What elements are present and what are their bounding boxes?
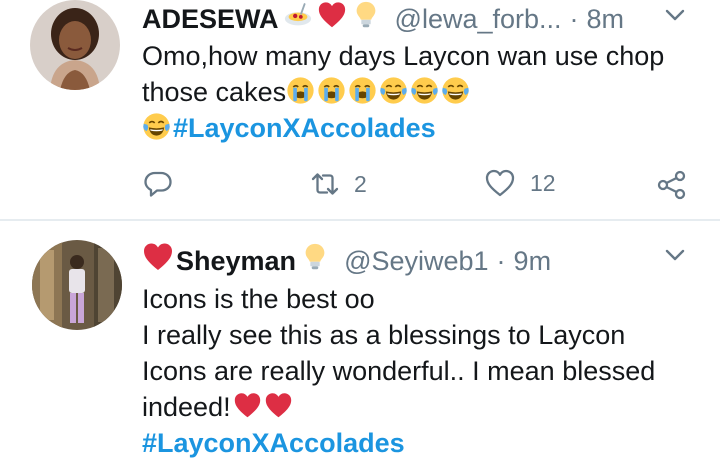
joy-emoji-icon xyxy=(410,76,439,105)
tweet-text-line: Icons is the best oo xyxy=(142,284,375,314)
spaghetti-emoji-icon xyxy=(283,0,313,37)
chevron-down-icon[interactable] xyxy=(664,244,686,266)
tweet-header: Sheyman @Seyiweb1 · 9m xyxy=(142,241,551,280)
heart-emoji-icon xyxy=(264,391,293,420)
user-handle[interactable]: @lewa_forb... xyxy=(395,3,562,35)
share-icon xyxy=(657,170,686,200)
crying-emoji-icon xyxy=(286,76,315,105)
like-count: 12 xyxy=(530,169,556,196)
tweet-divider xyxy=(0,219,720,221)
crying-emoji-icon xyxy=(348,76,377,105)
tweet-text-line: I really see this as a blessings to Layc… xyxy=(142,320,626,350)
avatar[interactable] xyxy=(30,0,120,90)
joy-emoji-icon xyxy=(441,76,470,105)
tweet-text-line: Icons are really wonderful.. I mean bles… xyxy=(142,356,656,386)
retweet-count: 2 xyxy=(354,170,367,197)
retweet-icon xyxy=(311,173,339,195)
display-name[interactable]: ADESEWA xyxy=(142,3,279,35)
tweet-text: Icons is the best oo I really see this a… xyxy=(142,281,655,461)
avatar[interactable] xyxy=(32,240,122,330)
separator-dot: · xyxy=(496,245,506,276)
bulb-emoji-icon xyxy=(300,242,330,279)
tweet-text: Omo,how many days Laycon wan use chop th… xyxy=(142,38,664,146)
hashtag-link[interactable]: #LayconXAccolades xyxy=(142,428,405,458)
display-name[interactable]: Sheyman xyxy=(176,245,296,277)
joy-emoji-icon xyxy=(142,112,171,141)
heart-emoji-icon xyxy=(233,391,262,420)
tweet[interactable]: ADESEWA @lewa_forb... · 8m Omo,how many … xyxy=(0,0,720,220)
chevron-down-icon[interactable] xyxy=(664,4,686,26)
tweet-text-line: #LayconXAccolades xyxy=(142,110,664,146)
heart-outline-icon xyxy=(485,169,515,197)
like-button[interactable]: 12 xyxy=(484,168,556,198)
timestamp[interactable]: 9m xyxy=(514,245,552,277)
share-button[interactable] xyxy=(656,170,688,200)
tweet-text-line: indeed! xyxy=(142,389,655,425)
timestamp[interactable]: 8m xyxy=(587,3,625,35)
joy-emoji-icon xyxy=(379,76,408,105)
tweet-header: ADESEWA @lewa_forb... · 8m xyxy=(142,0,624,37)
user-handle[interactable]: @Seyiweb1 xyxy=(344,245,488,277)
heart-emoji-icon xyxy=(317,0,347,37)
heart-emoji-icon xyxy=(142,241,174,280)
tweet-text-fragment: indeed! xyxy=(142,392,231,422)
tweet-text-line: those cakes xyxy=(142,74,664,110)
bulb-emoji-icon xyxy=(351,0,381,37)
reply-icon xyxy=(144,171,172,197)
tweet-text-line: Omo,how many days Laycon wan use chop xyxy=(142,41,665,71)
hashtag-link[interactable]: #LayconXAccolades xyxy=(173,113,436,143)
tweet-actions: 2 12 xyxy=(0,160,720,208)
reply-button[interactable] xyxy=(143,170,173,198)
tweet-text-fragment: those cakes xyxy=(142,77,287,107)
crying-emoji-icon xyxy=(317,76,346,105)
tweet-text-line: #LayconXAccolades xyxy=(142,425,655,461)
separator-dot: · xyxy=(569,3,579,34)
retweet-button[interactable]: 2 xyxy=(310,170,367,198)
